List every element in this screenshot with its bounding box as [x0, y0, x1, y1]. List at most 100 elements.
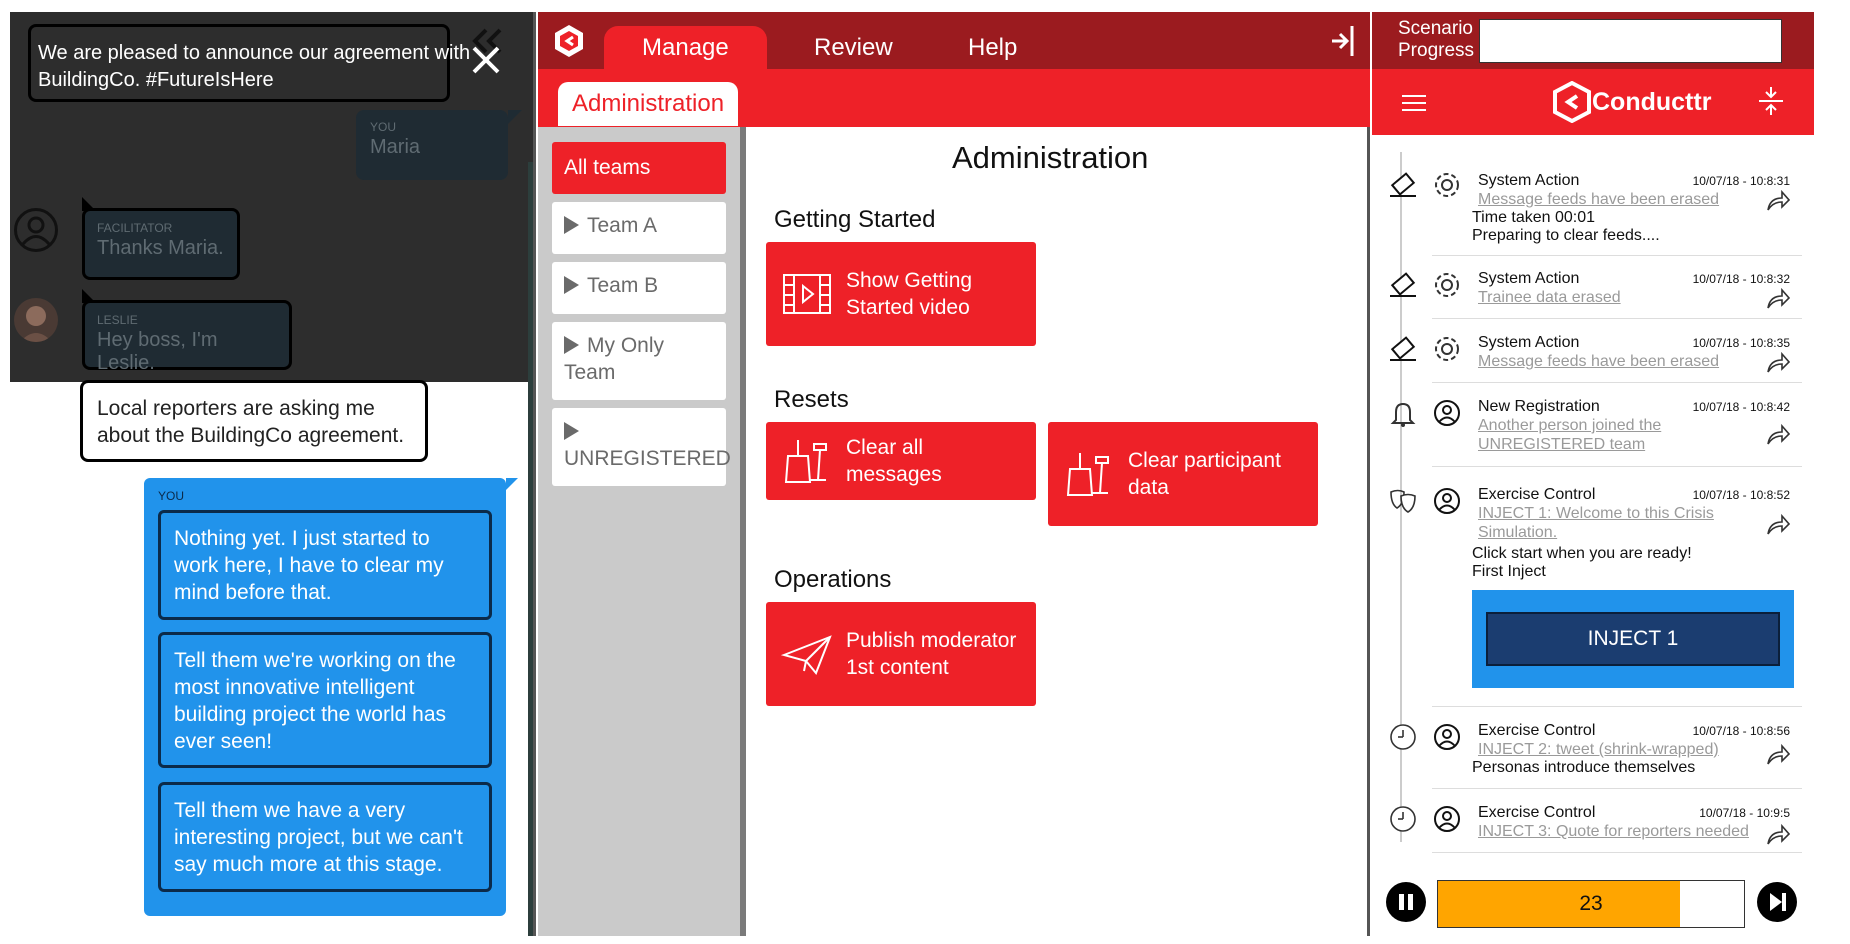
- clear-participant-button[interactable]: Clear participant data: [1048, 422, 1318, 526]
- skip-next-icon: [1770, 893, 1786, 911]
- progress-label: Scenario Progress: [1398, 18, 1475, 61]
- team-item-team-b[interactable]: Team B: [552, 262, 726, 314]
- close-icon[interactable]: [470, 44, 502, 76]
- reply-option-2[interactable]: Tell them we're working on the most inno…: [158, 632, 492, 768]
- user-icon: [1434, 488, 1460, 514]
- timeline-event: Exercise Control 10/07/18 - 10:8:56 INJE…: [1372, 712, 1814, 790]
- bubble-message: Maria: [370, 136, 421, 158]
- event-time: 10/07/18 - 10:8:31: [1692, 174, 1790, 188]
- button-label: Show Getting Started video: [846, 269, 973, 319]
- event-time: 10/07/18 - 10:8:52: [1692, 488, 1790, 502]
- expand-icon: [564, 422, 579, 440]
- logo-text: Conducttr: [1592, 87, 1712, 116]
- event-text: First Inject: [1472, 563, 1546, 580]
- bubble-tail: [506, 478, 518, 490]
- leslie-avatar: [14, 298, 58, 342]
- pause-icon: [1399, 894, 1413, 910]
- publish-button[interactable]: Publish moderator 1st content: [766, 602, 1036, 706]
- gear-icon: [1435, 173, 1459, 197]
- event-text: Personas introduce themselves: [1472, 759, 1696, 776]
- timer-value: 23: [1579, 892, 1603, 915]
- bubble-sender: LESLIE: [97, 313, 138, 327]
- expand-icon: [564, 276, 579, 294]
- inject-button[interactable]: INJECT 1: [1486, 612, 1780, 666]
- event-separator: [1432, 255, 1802, 256]
- button-label: Publish moderator 1st content: [846, 629, 1017, 679]
- clear-messages-button[interactable]: Clear all messages: [766, 422, 1036, 500]
- chat-panel: We are pleased to announce our agreement…: [10, 12, 536, 936]
- timeline-panel: Scenario Progress Conducttr System Actio…: [1372, 12, 1814, 936]
- event-title: Exercise Control: [1478, 722, 1596, 739]
- subtab-administration[interactable]: Administration: [558, 82, 739, 126]
- section-operations: Operations: [774, 566, 892, 593]
- share-icon[interactable]: [1766, 424, 1790, 446]
- event-link[interactable]: INJECT 3: Quote for reporters needed: [1478, 822, 1758, 841]
- team-item-team-a[interactable]: Team A: [552, 202, 726, 254]
- tab-manage[interactable]: Manage: [604, 26, 767, 70]
- expand-icon: [564, 216, 579, 234]
- event-link[interactable]: INJECT 2: tweet (shrink-wrapped): [1478, 740, 1738, 759]
- show-video-button[interactable]: Show Getting Started video: [766, 242, 1036, 346]
- pause-button[interactable]: [1386, 882, 1426, 922]
- gear-icon: [1435, 337, 1459, 361]
- event-time: 10/07/18 - 10:8:32: [1692, 272, 1790, 286]
- menu-icon[interactable]: [1402, 94, 1426, 112]
- user-icon: [1434, 400, 1460, 426]
- timeline-event: Exercise Control 10/07/18 - 10:9:5 INJEC…: [1372, 794, 1814, 854]
- reply-option-3[interactable]: Tell them we have a very interesting pro…: [158, 782, 492, 892]
- theatre-masks-icon: [1390, 489, 1416, 513]
- tab-review[interactable]: Review: [776, 26, 931, 70]
- eraser-icon: [1390, 272, 1416, 297]
- team-item-all[interactable]: All teams: [552, 142, 726, 194]
- compress-icon[interactable]: [1758, 86, 1784, 116]
- logo-icon: [1553, 81, 1591, 123]
- timeline-event: New Registration 10/07/18 - 10:8:42 Anot…: [1372, 388, 1814, 468]
- event-separator: [1432, 466, 1802, 467]
- tab-help[interactable]: Help: [930, 26, 1055, 70]
- event-link[interactable]: INJECT 1: Welcome to this Crisis Simulat…: [1478, 504, 1728, 542]
- event-link[interactable]: Message feeds have been erased: [1478, 190, 1738, 209]
- event-title: System Action: [1478, 270, 1580, 287]
- user-icon: [1434, 806, 1460, 832]
- chat-scrollbar[interactable]: [528, 162, 533, 936]
- paper-plane-icon: [780, 635, 832, 675]
- team-label: Team B: [587, 274, 659, 297]
- reply-sender: YOU: [158, 489, 185, 503]
- team-label: Team A: [587, 214, 658, 237]
- event-link[interactable]: Another person joined the UNREGISTERED t…: [1478, 416, 1678, 454]
- chat-bubble-leslie: LESLIE Hey boss, I'm Leslie.: [82, 289, 292, 374]
- bubble-sender: FACILITATOR: [97, 221, 173, 235]
- conducttr-logo-icon: [552, 24, 586, 58]
- event-link[interactable]: Trainee data erased: [1478, 288, 1738, 307]
- event-separator: [1432, 318, 1802, 319]
- share-icon[interactable]: [1766, 824, 1790, 846]
- button-label: Clear all messages: [846, 436, 942, 486]
- event-time: 10/07/18 - 10:9:5: [1699, 806, 1790, 820]
- scenario-progress-field: [1479, 19, 1782, 63]
- collapse-right-icon[interactable]: [1330, 24, 1356, 58]
- bell-icon: [1390, 402, 1416, 427]
- event-separator: [1432, 382, 1802, 383]
- next-button[interactable]: [1757, 882, 1797, 922]
- team-label: My Only Team: [564, 334, 665, 384]
- share-icon[interactable]: [1766, 744, 1790, 766]
- dustpan-icon: [784, 440, 827, 483]
- clock-icon: [1390, 724, 1416, 750]
- eraser-icon: [1390, 336, 1416, 361]
- team-divider[interactable]: [740, 127, 746, 936]
- event-link[interactable]: Message feeds have been erased: [1478, 352, 1738, 371]
- share-icon[interactable]: [1766, 288, 1790, 310]
- event-title: New Registration: [1478, 398, 1600, 415]
- team-item-unregistered[interactable]: UNREGISTERED: [552, 408, 731, 486]
- event-separator: [1432, 788, 1802, 789]
- team-item-my-only-team[interactable]: My Only Team: [552, 322, 726, 400]
- app-root: We are pleased to announce our agreement…: [0, 0, 1850, 944]
- chat-bubble-facilitator: FACILITATOR Thanks Maria.: [82, 197, 240, 280]
- share-icon[interactable]: [1766, 190, 1790, 212]
- reply-option-1[interactable]: Nothing yet. I just started to work here…: [158, 510, 492, 620]
- event-title: System Action: [1478, 334, 1580, 351]
- dustpan-icon: [1066, 453, 1109, 496]
- share-icon[interactable]: [1766, 352, 1790, 374]
- share-icon[interactable]: [1766, 514, 1790, 536]
- conducttr-logo: Conducttr: [1552, 81, 1711, 123]
